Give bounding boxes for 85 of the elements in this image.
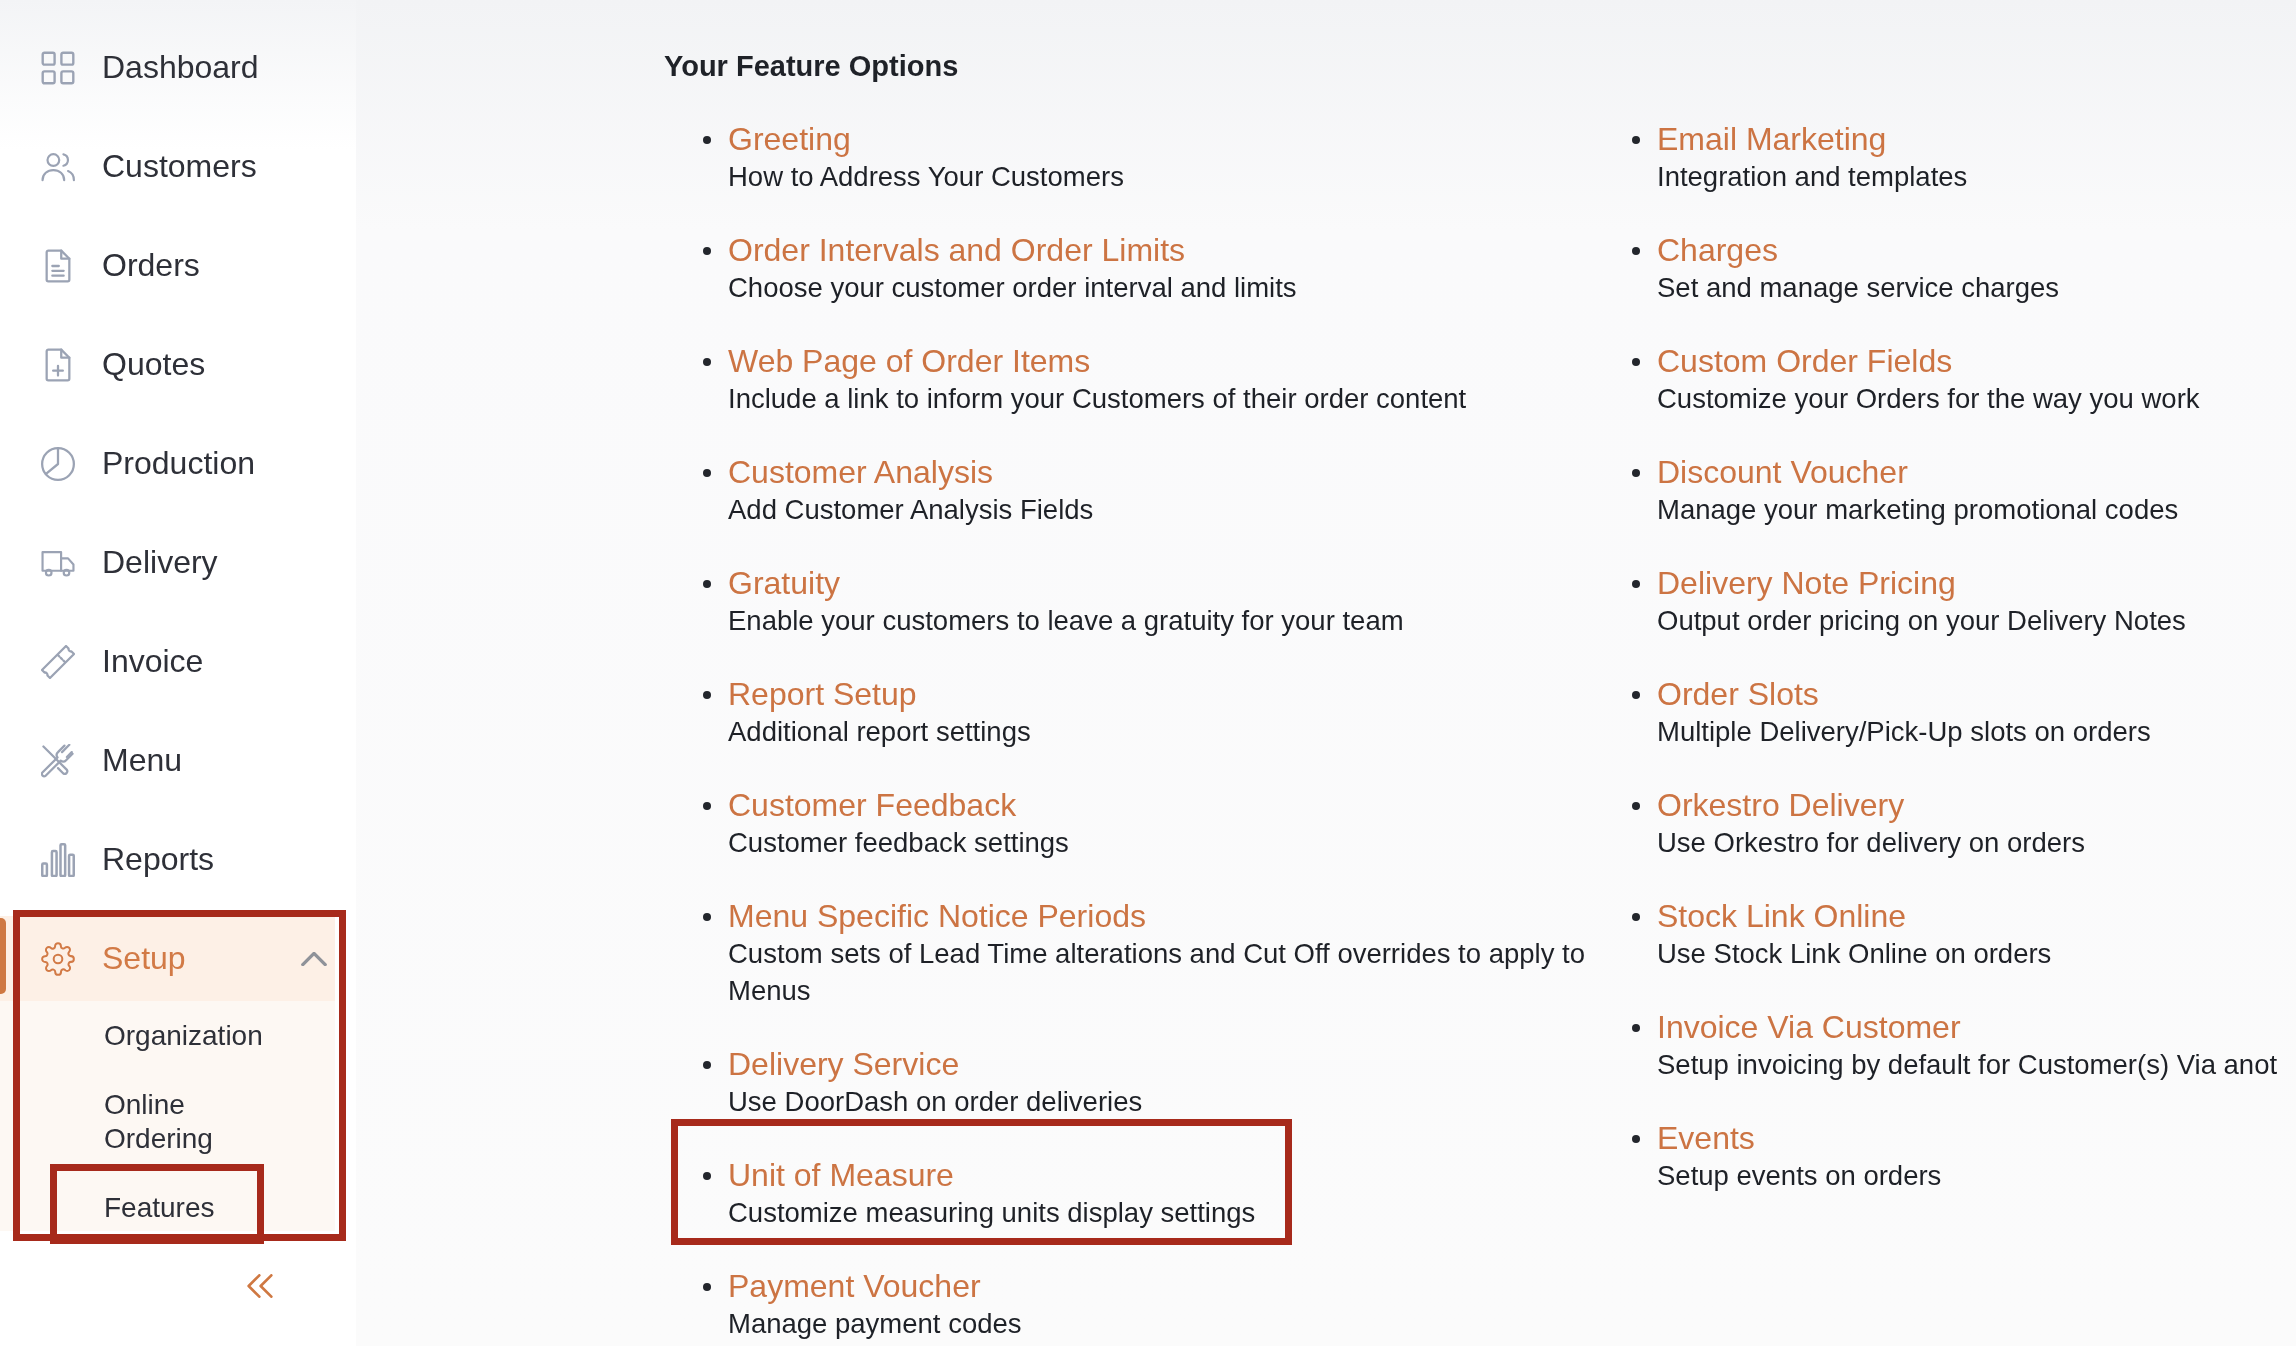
bullet-icon <box>703 1282 711 1291</box>
nav-item[interactable]: Menu <box>41 718 183 803</box>
section-title: Your Feature Options <box>664 49 959 84</box>
feature-description: Customize measuring units display settings <box>728 1196 1256 1230</box>
feature-description: Enable your customers to leave a gratuity for your team <box>728 604 1404 638</box>
bullet-icon <box>1632 135 1640 144</box>
feature-link[interactable]: Order Slots <box>1657 676 1819 713</box>
nav-item[interactable]: Reports <box>41 817 215 902</box>
feature-link[interactable]: Report Setup <box>728 676 917 713</box>
bullet-icon <box>703 579 711 588</box>
bullet-icon <box>1632 246 1640 255</box>
feature-description: Multiple Delivery/Pick-Up slots on orders <box>1657 715 2151 749</box>
settings-icon <box>41 941 75 976</box>
bullet-icon <box>703 468 711 477</box>
bar-chart-icon <box>41 842 75 877</box>
feature-link[interactable]: Unit of Measure <box>728 1157 954 1194</box>
nav-item[interactable]: Production <box>41 421 255 506</box>
double-chevron-left-icon[interactable] <box>246 1274 274 1298</box>
feature-link[interactable]: Invoice Via Customer <box>1657 1009 1961 1046</box>
feature-link[interactable]: Custom Order Fields <box>1657 343 1953 380</box>
feature-description: Setup events on orders <box>1657 1159 1942 1193</box>
feature-link[interactable]: Orkestro Delivery <box>1657 787 1905 824</box>
feature-description: Additional report settings <box>728 715 1031 749</box>
feature-link[interactable]: Order Intervals and Order Limits <box>728 232 1186 269</box>
feature-link[interactable]: Delivery Service <box>728 1046 960 1083</box>
feature-description: Setup invoicing by default for Customer(s) Via anot <box>1657 1048 2278 1082</box>
ticket-icon <box>41 644 75 679</box>
bullet-icon <box>1632 468 1640 477</box>
nav-item[interactable]: Invoice <box>41 619 204 704</box>
feature-link[interactable]: Payment Voucher <box>728 1268 981 1305</box>
feature-description: Customer feedback settings <box>728 826 1069 860</box>
bullet-icon <box>1632 579 1640 588</box>
submenu-item[interactable]: Features <box>104 1191 284 1225</box>
feature-link[interactable]: Discount Voucher <box>1657 454 1908 491</box>
feature-description: Integration and templates <box>1657 160 1968 194</box>
feature-description: Add Customer Analysis Fields <box>728 493 1094 527</box>
submenu-item[interactable]: Online Ordering <box>104 1088 284 1156</box>
bullet-icon <box>703 912 711 921</box>
bullet-icon <box>703 1171 711 1180</box>
bullet-icon <box>703 357 711 366</box>
feature-link[interactable]: Events <box>1657 1120 1755 1157</box>
nav-item[interactable]: Quotes <box>41 322 206 407</box>
bullet-icon <box>703 135 711 144</box>
pie-chart-icon <box>41 446 75 481</box>
feature-link[interactable]: Customer Feedback <box>728 787 1017 824</box>
feature-description: Use Orkestro for delivery on orders <box>1657 826 2085 860</box>
bullet-icon <box>1632 1134 1640 1143</box>
feature-link[interactable]: Menu Specific Notice Periods <box>728 898 1146 935</box>
bullet-icon <box>1632 801 1640 810</box>
grid-icon <box>41 50 75 85</box>
bullet-icon <box>1632 690 1640 699</box>
nav-item[interactable]: Customers <box>41 124 257 209</box>
feature-link[interactable]: Web Page of Order Items <box>728 343 1091 380</box>
nav-item[interactable]: Orders <box>41 223 200 308</box>
utensils-icon <box>41 743 75 778</box>
feature-link[interactable]: Delivery Note Pricing <box>1657 565 1956 602</box>
bullet-icon <box>703 801 711 810</box>
submenu-item[interactable]: Organization <box>104 1019 284 1053</box>
bullet-icon <box>703 690 711 699</box>
feature-link[interactable]: Stock Link Online <box>1657 898 1906 935</box>
feature-description: Use DoorDash on order deliveries <box>728 1085 1143 1119</box>
bullet-icon <box>1632 357 1640 366</box>
feature-description: Custom sets of Lead Time alterations and Cut Off overrides to apply to Menus <box>728 937 1586 1008</box>
bullet-icon <box>703 1060 711 1069</box>
bullet-icon <box>1632 912 1640 921</box>
nav-item[interactable]: Setup <box>0 916 335 1001</box>
feature-link[interactable]: Greeting <box>728 121 851 158</box>
feature-link[interactable]: Email Marketing <box>1657 121 1887 158</box>
nav-item[interactable]: Dashboard <box>41 25 259 110</box>
feature-description: Manage payment codes <box>728 1307 1022 1341</box>
bullet-icon <box>1632 1023 1640 1032</box>
feature-description: How to Address Your Customers <box>728 160 1124 194</box>
chevron-up-icon[interactable] <box>301 951 327 966</box>
feature-description: Include a link to inform your Customers of their order content <box>728 382 1467 416</box>
feature-description: Set and manage service charges <box>1657 271 2060 305</box>
feature-link[interactable]: Gratuity <box>728 565 841 602</box>
feature-link[interactable]: Customer Analysis <box>728 454 993 491</box>
feature-description: Choose your customer order interval and limits <box>728 271 1297 305</box>
feature-description: Manage your marketing promotional codes <box>1657 493 2179 527</box>
feature-link[interactable]: Charges <box>1657 232 1778 269</box>
feature-description: Output order pricing on your Delivery Notes <box>1657 604 2186 638</box>
bullet-icon <box>703 246 711 255</box>
feature-description: Customize your Orders for the way you work <box>1657 382 2200 416</box>
feature-description: Use Stock Link Online on orders <box>1657 937 2052 971</box>
nav-item[interactable]: Delivery <box>41 520 218 605</box>
